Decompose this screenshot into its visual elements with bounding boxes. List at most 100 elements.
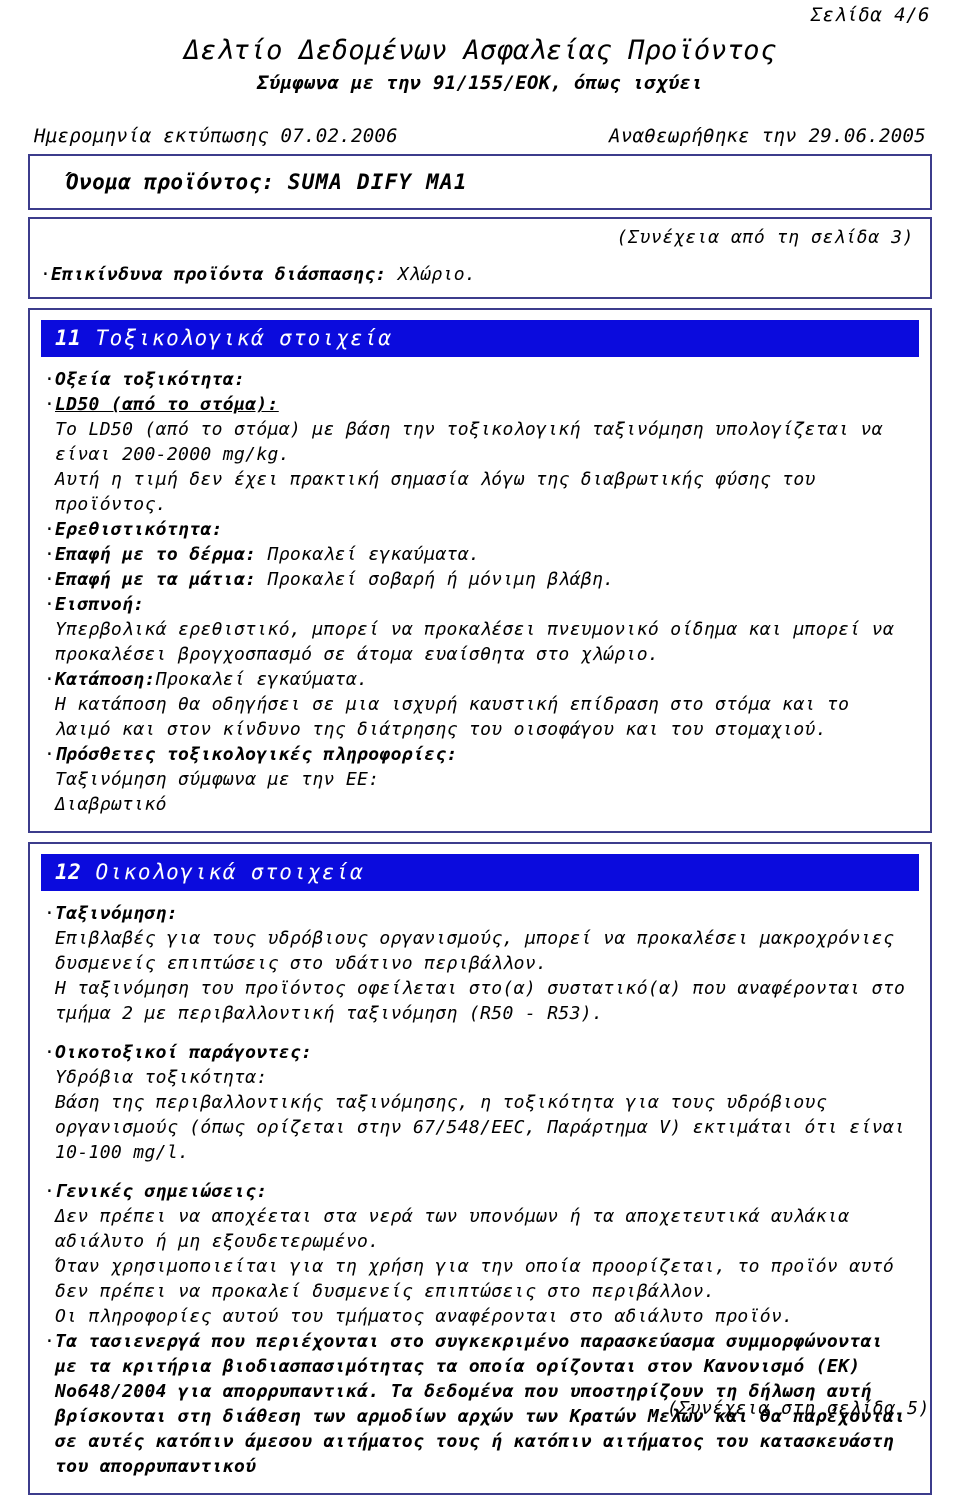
subsection-label-row: ·Γενικές σημειώσεις: <box>44 1179 914 1204</box>
body-text: Το LD50 (από το στόμα) με βάση την τοξικ… <box>55 419 883 441</box>
product-name: Όνομα προϊόντος: SUMA DIFY MA1 <box>66 170 916 194</box>
document-subtitle: Σύμφωνα με την 91/155/ΕΟΚ, όπως ισχύει <box>256 71 704 94</box>
bullet-icon: · <box>44 1042 56 1064</box>
body-text-line: είναι 200-2000 mg/kg. <box>44 442 914 467</box>
body-text-line: αδιάλυτο ή μη εξουδετερωμένο. <box>44 1229 914 1254</box>
body-text-line: Υδρόβια τοξικότητα: <box>44 1065 914 1090</box>
bullet-icon: · <box>44 594 56 616</box>
body-text: είναι 200-2000 mg/kg. <box>55 444 290 466</box>
body-text: Βάση της περιβαλλοντικής ταξινόμησης, η … <box>55 1092 827 1114</box>
body-text: οργανισμούς (όπως ορίζεται στην 67/548/E… <box>55 1117 906 1139</box>
body-text: τμήμα 2 με περιβαλλοντική ταξινόμηση (R5… <box>55 1003 604 1025</box>
subsection-label-row: ·Οικοτοξικοί παράγοντες: <box>44 1040 914 1065</box>
body-text-line: 10-100 mg/l. <box>44 1140 914 1165</box>
bullet-icon: · <box>44 569 56 591</box>
body-text: Όταν χρησιμοποιείται για τη χρήση για τη… <box>55 1256 895 1278</box>
body-text: λαιμό και στον κίνδυνο της διάτρησης του… <box>55 719 827 741</box>
label-value-row: ·Κατάποση:Προκαλεί εγκαύματα. <box>44 667 914 692</box>
paragraph-line: με τα κριτήρια βιοδιασπασιμότητας τα οπο… <box>44 1354 914 1379</box>
subsection-label-row: ·LD50 (από το στόμα): <box>44 392 914 417</box>
body-text: Η ταξινόμηση του προϊόντος οφείλεται στο… <box>55 978 906 1000</box>
body-text-line: Επιβλαβές για τους υδρόβιους οργανισμούς… <box>44 926 914 951</box>
section-body-12: ·Ταξινόμηση: Επιβλαβές για τους υδρόβιους… <box>30 891 930 1479</box>
body-text: Αυτή η τιμή δεν έχει πρακτική σημασία λό… <box>55 469 816 491</box>
section-title: Τοξικολογικά στοιχεία <box>81 326 393 351</box>
sections-host: 11 Τοξικολογικά στοιχεία ·Οξεία τοξικότητ… <box>28 308 932 1495</box>
body-text-line: Διαβρωτικό <box>44 792 914 817</box>
bullet-icon: · <box>44 669 56 691</box>
continued-next-page: (Συνέχεια στη σελίδα 5) <box>666 1398 930 1419</box>
body-text: δεν πρέπει να προκαλεί δυσμενείς επιπτώσ… <box>55 1281 716 1303</box>
product-name-value: SUMA DIFY MA1 <box>287 170 468 195</box>
hazard-decomposition-label: Επικίνδυνα προϊόντα διάσπασης: <box>51 264 387 286</box>
product-name-box: Όνομα προϊόντος: SUMA DIFY MA1 <box>28 154 932 211</box>
paragraph-text: Τα τασιενεργά που περιέχονται στο συγκεκ… <box>55 1331 883 1353</box>
bullet-icon: · <box>44 744 56 766</box>
vertical-spacer <box>44 1026 914 1040</box>
paragraph-line: ·Τα τασιενεργά που περιέχονται στο συγκε… <box>44 1329 914 1354</box>
body-text: αδιάλυτο ή μη εξουδετερωμένο. <box>55 1231 380 1253</box>
subsection-label: LD50 (από το στόμα): <box>55 394 279 416</box>
bullet-icon: · <box>44 1331 56 1353</box>
body-text: προκαλέσει βρογχοσπασμό σε άτομα ευαίσθη… <box>55 644 660 666</box>
section-title: Οικολογικά στοιχεία <box>81 860 365 885</box>
hazard-decomposition-line: ·Επικίνδυνα προϊόντα διάσπασης: Χλώριο. <box>40 262 920 287</box>
body-text: Επιβλαβές για τους υδρόβιους οργανισμούς… <box>55 928 895 950</box>
bullet-icon: · <box>44 519 56 541</box>
body-text-line: δεν πρέπει να προκαλεί δυσμενείς επιπτώσ… <box>44 1279 914 1304</box>
body-text-line: προϊόντος. <box>44 492 914 517</box>
subsection-label: Ερεθιστικότητα: <box>55 519 223 541</box>
subsection-label: Γενικές σημειώσεις: <box>55 1181 268 1203</box>
paragraph-line: σε αυτές κατόπιν άμεσου αιτήματος τους ή… <box>44 1429 914 1454</box>
subsection-label-row: ·Πρόσθετες τοξικολογικές πληροφορίες: <box>44 742 914 767</box>
date-row: Ημερομηνία εκτύπωσης 07.02.2006 Αναθεωρή… <box>28 125 932 147</box>
body-text: Ταξινόμηση σύμφωνα με την ΕΕ: <box>55 769 380 791</box>
bullet-icon: · <box>44 369 56 391</box>
section-number: 11 <box>55 326 82 351</box>
section-body-11: ·Οξεία τοξικότητα: ·LD50 (από το στόμα): Τ… <box>30 357 930 817</box>
bullet-icon: · <box>44 394 56 416</box>
body-text: Δεν πρέπει να αποχέεται στα νερά των υπο… <box>55 1206 850 1228</box>
section-box-11: 11 Τοξικολογικά στοιχεία ·Οξεία τοξικότητ… <box>28 308 932 834</box>
item-label: Επαφή με το δέρμα: <box>55 544 257 566</box>
bullet-icon: · <box>40 264 52 286</box>
document-title: Δελτίο Δεδομένων Ασφαλείας Προϊόντος <box>183 34 777 66</box>
body-text: Διαβρωτικό <box>55 794 167 816</box>
body-text-line: Υπερβολικά ερεθιστικό, μπορεί να προκαλέ… <box>44 617 914 642</box>
label-value-row: ·Επαφή με το δέρμα: Προκαλεί εγκαύματα. <box>44 542 914 567</box>
body-text-line: Αυτή η τιμή δεν έχει πρακτική σημασία λό… <box>44 467 914 492</box>
body-text: προϊόντος. <box>55 494 167 516</box>
body-text-line: Η ταξινόμηση του προϊόντος οφείλεται στο… <box>44 976 914 1001</box>
item-value: Προκαλεί σοβαρή ή μόνιμη βλάβη. <box>256 569 615 591</box>
subsection-label: Οξεία τοξικότητα: <box>55 369 246 391</box>
body-text-line: Δεν πρέπει να αποχέεται στα νερά των υπο… <box>44 1204 914 1229</box>
revision-date: Αναθεωρήθηκε την 29.06.2005 <box>609 125 926 148</box>
body-text-line: Όταν χρησιμοποιείται για τη χρήση για τη… <box>44 1254 914 1279</box>
body-text-line: Βάση της περιβαλλοντικής ταξινόμησης, η … <box>44 1090 914 1115</box>
section-number: 12 <box>55 860 82 885</box>
document-page: Σελίδα 4/6 Δελτίο Δεδομένων Ασφαλείας Πρ… <box>0 0 960 1495</box>
subsection-label: Εισπνοή: <box>55 594 145 616</box>
continuation-box: (Συνέχεια από τη σελίδα 3) ·Επικίνδυνα π… <box>28 217 932 300</box>
item-label: Επαφή με τα μάτια: <box>55 569 257 591</box>
hazard-decomposition-value: Χλώριο. <box>397 264 477 286</box>
body-text-line: Ταξινόμηση σύμφωνα με την ΕΕ: <box>44 767 914 792</box>
body-text: Υδρόβια τοξικότητα: <box>55 1067 268 1089</box>
body-text-line: Το LD50 (από το στόμα) με βάση την τοξικ… <box>44 417 914 442</box>
vertical-spacer <box>44 1165 914 1179</box>
body-text-line: τμήμα 2 με περιβαλλοντική ταξινόμηση (R5… <box>44 1001 914 1026</box>
print-date: Ημερομηνία εκτύπωσης 07.02.2006 <box>34 125 398 148</box>
bullet-icon: · <box>44 903 56 925</box>
paragraph-text: σε αυτές κατόπιν άμεσου αιτήματος τους ή… <box>55 1431 895 1453</box>
bullet-icon: · <box>44 1181 56 1203</box>
body-text-line: προκαλέσει βρογχοσπασμό σε άτομα ευαίσθη… <box>44 642 914 667</box>
body-text: 10-100 mg/l. <box>55 1142 190 1164</box>
item-label: Κατάποση: <box>55 669 156 691</box>
subsection-label-row: ·Ταξινόμηση: <box>44 901 914 926</box>
paragraph-line: του απορρυπαντικού <box>44 1454 914 1479</box>
subsection-label-row: ·Ερεθιστικότητα: <box>44 517 914 542</box>
body-text-line: Η κατάποση θα οδηγήσει σε μια ισχυρή καυ… <box>44 692 914 717</box>
body-text-line: οργανισμούς (όπως ορίζεται στην 67/548/E… <box>44 1115 914 1140</box>
body-text: Οι πληροφορίες αυτού του τμήματος αναφέρ… <box>55 1306 794 1328</box>
section-header-11: 11 Τοξικολογικά στοιχεία <box>41 320 919 358</box>
